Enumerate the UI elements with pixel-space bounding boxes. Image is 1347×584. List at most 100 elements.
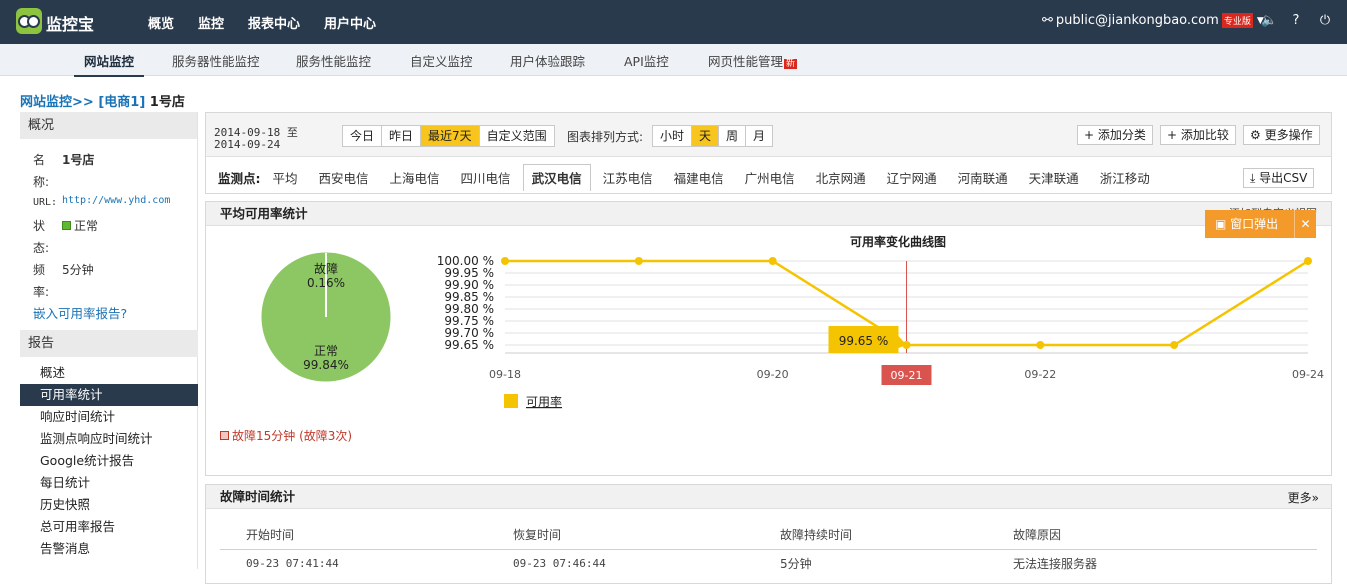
breadcrumb-group[interactable]: [电商1] <box>98 95 145 110</box>
status-value: 正常 <box>74 219 99 233</box>
app-name: 监控宝 <box>46 15 95 34</box>
nav-user-center[interactable]: 用户中心 <box>324 13 376 32</box>
probe-henan-unicom[interactable]: 河南联通 <box>958 168 1008 191</box>
more-ops-label: 更多操作 <box>1264 128 1313 142</box>
range-custom[interactable]: 自定义范围 <box>478 126 554 146</box>
probe-shanghai-telecom[interactable]: 上海电信 <box>390 168 440 191</box>
new-badge: 新 <box>784 59 798 69</box>
sub-nav: 网站监控 服务器性能监控 服务性能监控 自定义监控 用户体验跟踪 API监控 网… <box>0 44 1347 77</box>
menu-alerts[interactable]: 告警消息 <box>20 538 198 560</box>
menu-summary[interactable]: 概述 <box>20 362 198 384</box>
tab-service-monitor[interactable]: 服务性能监控 <box>296 51 371 70</box>
plus-icon: + <box>1084 128 1098 142</box>
unit-selector: 小时 天 周 月 <box>652 125 774 147</box>
tab-server-monitor[interactable]: 服务器性能监控 <box>172 51 260 70</box>
export-csv-button[interactable]: ⤓ 导出CSV <box>1243 168 1315 188</box>
fault-title: 故障时间统计 <box>206 485 1331 509</box>
probe-jiangsu-telecom[interactable]: 江苏电信 <box>603 168 653 191</box>
power-icon[interactable]: ⏻ <box>1317 13 1333 29</box>
col-recover-time: 恢复时间 <box>487 521 754 550</box>
probe-beijing-netcom[interactable]: 北京网通 <box>816 168 866 191</box>
nav-monitor[interactable]: 监控 <box>198 13 224 32</box>
menu-probe-response-time[interactable]: 监测点响应时间统计 <box>20 428 198 450</box>
range-last-7-days[interactable]: 最近7天 <box>420 126 479 146</box>
tab-api-monitor[interactable]: API监控 <box>624 51 669 70</box>
user-email: public@jiankongbao.com <box>1055 13 1219 28</box>
plan-badge: 专业版 <box>1221 13 1253 28</box>
status-value-wrap: 正常 <box>62 215 98 237</box>
fault-reason-cell: 无法连接服务器 <box>1013 556 1098 571</box>
top-nav: 概览 监控 报表中心 用户中心 <box>148 13 400 32</box>
fault-start-cell[interactable]: 09-23 07:41:44 <box>220 549 487 577</box>
menu-daily-stats[interactable]: 每日统计 <box>20 472 198 494</box>
download-icon: ⤓ <box>1250 171 1260 185</box>
help-icon[interactable]: ? <box>1288 13 1304 29</box>
col-duration: 故障持续时间 <box>754 521 987 550</box>
main-content: 2014-09-18 至 2014-09-24 今日 昨日 最近7天 自定义范围… <box>205 112 1332 584</box>
add-category-button[interactable]: + 添加分类 <box>1077 125 1153 145</box>
menu-availability[interactable]: 可用率统计 <box>20 384 198 406</box>
availability-title: 平均可用率统计 <box>206 202 1331 226</box>
pie-label: 故障 <box>314 261 338 276</box>
probe-tabs: 监测点: 平均 西安电信 上海电信 四川电信 武汉电信 江苏电信 福建电信 广州… <box>218 164 1171 191</box>
probe-average[interactable]: 平均 <box>273 168 298 191</box>
breadcrumb-current: 1号店 <box>149 95 185 110</box>
nav-overview[interactable]: 概览 <box>148 13 174 32</box>
tab-website-monitor[interactable]: 网站监控 <box>73 51 145 77</box>
unit-day[interactable]: 天 <box>691 126 719 146</box>
probe-zhejiang-mobile[interactable]: 浙江移动 <box>1100 168 1150 191</box>
popout-window-button[interactable]: ▣ 窗口弹出 ✕ <box>1205 210 1316 238</box>
notification-icon[interactable]: 🔈 <box>1261 13 1277 29</box>
probe-guangzhou-telecom[interactable]: 广州电信 <box>745 168 795 191</box>
menu-history-snapshot[interactable]: 历史快照 <box>20 494 198 516</box>
probe-fujian-telecom[interactable]: 福建电信 <box>674 168 724 191</box>
pie-label: 正常 <box>314 344 338 358</box>
availability-line-chart: 可用率变化曲线图100.00 %99.95 %99.90 %99.85 %99.… <box>437 234 1324 409</box>
more-ops-button[interactable]: ⚙ 更多操作 <box>1243 125 1320 145</box>
data-point <box>1036 341 1045 349</box>
status-ok-icon <box>62 221 71 230</box>
x-highlight-label: 09-21 <box>891 369 923 382</box>
data-point <box>1304 257 1312 265</box>
probe-sichuan-telecom[interactable]: 四川电信 <box>461 168 511 191</box>
tab-custom-monitor[interactable]: 自定义监控 <box>410 51 473 70</box>
name-value: 1号店 <box>62 153 95 167</box>
add-compare-button[interactable]: + 添加比较 <box>1160 125 1236 145</box>
range-today[interactable]: 今日 <box>343 126 381 146</box>
col-start-time: 开始时间 <box>220 521 487 550</box>
range-yesterday[interactable]: 昨日 <box>381 126 420 146</box>
user-menu[interactable]: ⚯ public@jiankongbao.com 专业版 ▼ <box>1042 13 1264 28</box>
nav-reports[interactable]: 报表中心 <box>248 13 300 32</box>
probe-xian-telecom[interactable]: 西安电信 <box>319 168 369 191</box>
probe-tianjin-unicom[interactable]: 天津联通 <box>1029 168 1079 191</box>
menu-total-availability[interactable]: 总可用率报告 <box>20 516 198 538</box>
unit-month[interactable]: 月 <box>745 126 772 146</box>
unit-hour[interactable]: 小时 <box>653 126 691 146</box>
url-row: URL: http://www.yhd.com <box>33 193 170 211</box>
app-logo[interactable]: 监控宝 <box>14 6 124 36</box>
unit-week[interactable]: 周 <box>718 126 745 146</box>
status-row: 状态: 正常 <box>33 215 98 259</box>
x-tick-label: 09-20 <box>757 368 789 381</box>
probe-label: 监测点: <box>218 171 261 186</box>
sidebar-overview-header: 概况 <box>20 112 197 139</box>
close-icon[interactable]: ✕ <box>1294 210 1316 238</box>
menu-response-time[interactable]: 响应时间统计 <box>20 406 198 428</box>
breadcrumb-website-monitor[interactable]: 网站监控>> <box>20 95 94 110</box>
sidebar: 概况 名称: 1号店 URL: http://www.yhd.com 状态: 正… <box>20 112 198 569</box>
date-to: 2014-09-24 <box>214 138 281 151</box>
add-category-label: 添加分类 <box>1097 128 1146 142</box>
report-menu: 概述 可用率统计 响应时间统计 监测点响应时间统计 Google统计报告 每日统… <box>20 362 198 560</box>
menu-google-report[interactable]: Google统计报告 <box>20 450 198 472</box>
embed-report-link[interactable]: 嵌入可用率报告? <box>33 303 127 322</box>
col-reason: 故障原因 <box>987 521 1317 550</box>
probe-wuhan-telecom[interactable]: 武汉电信 <box>522 164 591 191</box>
probe-liaoning-netcom[interactable]: 辽宁网通 <box>887 168 937 191</box>
fault-more-link[interactable]: 更多» <box>1288 489 1319 506</box>
y-tick-label: 99.65 % <box>444 338 494 352</box>
availability-panel: 平均可用率统计 添加到自定义视图 故障0.16%正常99.84% 故障15分钟 … <box>205 201 1332 476</box>
tab-ux-tracking[interactable]: 用户体验跟踪 <box>510 51 585 70</box>
url-value[interactable]: http://www.yhd.com <box>62 193 170 209</box>
export-csv-label: 导出CSV <box>1259 171 1308 185</box>
tab-web-performance[interactable]: 网页性能管理新 <box>708 51 798 70</box>
